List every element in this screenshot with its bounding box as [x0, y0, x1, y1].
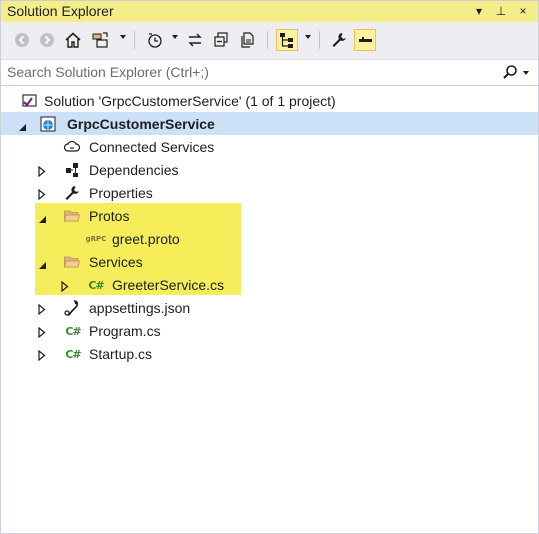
- tree-item-appsettings[interactable]: appsettings.json: [1, 296, 538, 319]
- grpc-badge: gRPC: [85, 235, 107, 243]
- tree-item-greeter-service[interactable]: C# GreeterService.cs: [1, 273, 538, 296]
- tree-item-label: Protos: [89, 207, 130, 224]
- tree-item-properties[interactable]: Properties: [1, 181, 538, 204]
- show-all-files-icon: [241, 32, 254, 48]
- properties-button[interactable]: [328, 29, 350, 51]
- toolbar: [1, 22, 538, 60]
- pending-changes-dropdown-icon[interactable]: [172, 35, 178, 39]
- grpc-file-icon: gRPC: [85, 230, 107, 248]
- solution-explorer-window: Solution Explorer ▾ ⊥ × Search Solution …: [0, 0, 539, 534]
- collapsed-arrow-icon[interactable]: [61, 279, 71, 293]
- home-button[interactable]: [62, 29, 84, 51]
- csharp-file-icon: C#: [87, 276, 105, 294]
- csharp-file-icon: C#: [64, 345, 82, 363]
- toolbar-separator: [267, 31, 268, 49]
- collapsed-arrow-icon[interactable]: [38, 325, 48, 339]
- tree-item-startup[interactable]: C# Startup.cs: [1, 342, 538, 365]
- pending-changes-filter-button[interactable]: [144, 29, 166, 51]
- tree-item-protos[interactable]: Protos: [1, 204, 538, 227]
- search-icon[interactable]: [502, 64, 518, 85]
- dependencies-icon: [63, 161, 81, 179]
- title-bar: Solution Explorer ▾ ⊥ ×: [1, 1, 538, 22]
- csharp-badge: C#: [88, 278, 104, 292]
- search-bar: [1, 60, 538, 86]
- tree-item-label: GrpcCustomerService: [67, 115, 215, 132]
- switch-views-dropdown-icon[interactable]: [120, 35, 126, 39]
- json-file-icon: [63, 299, 81, 317]
- folder-open-icon: [63, 207, 81, 225]
- pin-icon[interactable]: ⊥: [492, 2, 510, 20]
- tree-item-label: Properties: [89, 184, 153, 201]
- tree-item-label: GreeterService.cs: [112, 276, 225, 293]
- title-controls: ▾ ⊥ ×: [470, 2, 532, 20]
- back-button[interactable]: [11, 29, 33, 51]
- web-project-icon: [39, 115, 57, 133]
- tree-item-label: Connected Services: [89, 138, 215, 155]
- solution-icon: [21, 92, 39, 110]
- tree-item-label: Solution 'GrpcCustomerService' (1 of 1 p…: [44, 92, 336, 109]
- tree-item-connected-services[interactable]: Connected Services: [1, 135, 538, 158]
- wrench-icon: [332, 33, 346, 47]
- close-icon[interactable]: ×: [514, 2, 532, 20]
- sync-with-active-document-button[interactable]: [184, 29, 206, 51]
- toolbar-separator: [319, 31, 320, 49]
- collapse-all-button[interactable]: [210, 29, 232, 51]
- tree-item-label: appsettings.json: [89, 299, 191, 316]
- collapsed-arrow-icon[interactable]: [38, 302, 48, 316]
- tree-item-label: Startup.cs: [89, 345, 153, 362]
- home-icon: [65, 32, 81, 48]
- tree-item-program[interactable]: C# Program.cs: [1, 319, 538, 342]
- tree-item-label: Services: [89, 253, 143, 270]
- wrench-icon: [63, 184, 81, 202]
- csharp-file-icon: C#: [64, 322, 82, 340]
- forward-icon: [40, 33, 54, 47]
- clock-icon: [148, 33, 162, 48]
- collapse-all-icon: [214, 32, 228, 47]
- hierarchy-icon: [280, 33, 293, 48]
- search-options-dropdown-icon[interactable]: [523, 71, 529, 75]
- forward-button[interactable]: [36, 29, 58, 51]
- minus-bar-icon: [359, 37, 372, 42]
- expanded-arrow-icon[interactable]: [18, 119, 28, 131]
- search-input[interactable]: [7, 62, 487, 82]
- connected-services-icon: [63, 138, 81, 156]
- window-title: Solution Explorer: [7, 3, 114, 19]
- switch-views-icon: [92, 32, 108, 48]
- tree-item-label: greet.proto: [112, 230, 180, 247]
- expanded-arrow-icon[interactable]: [38, 257, 48, 269]
- tree-item-solution[interactable]: Solution 'GrpcCustomerService' (1 of 1 p…: [1, 89, 538, 112]
- expanded-arrow-icon[interactable]: [38, 211, 48, 223]
- collapsed-arrow-icon[interactable]: [38, 348, 48, 362]
- show-all-files-button[interactable]: [237, 29, 259, 51]
- window-menu-dropdown-icon[interactable]: ▾: [470, 2, 488, 20]
- preview-toggle-button[interactable]: [354, 29, 376, 51]
- toolbar-separator: [134, 31, 135, 49]
- collapsed-arrow-icon[interactable]: [38, 164, 48, 178]
- tree-item-services[interactable]: Services: [1, 250, 538, 273]
- tree-item-project[interactable]: GrpcCustomerService: [1, 112, 538, 135]
- tree-item-label: Program.cs: [89, 322, 161, 339]
- switch-views-button[interactable]: [90, 29, 112, 51]
- tree-item-dependencies[interactable]: Dependencies: [1, 158, 538, 181]
- preview-dropdown-icon[interactable]: [305, 35, 311, 39]
- tree-item-greet-proto[interactable]: gRPC greet.proto: [1, 227, 538, 250]
- preview-selected-items-button[interactable]: [276, 29, 298, 51]
- back-icon: [15, 33, 29, 47]
- folder-open-icon: [63, 253, 81, 271]
- tree-item-label: Dependencies: [89, 161, 179, 178]
- csharp-badge: C#: [65, 347, 81, 361]
- sync-icon: [188, 33, 202, 47]
- csharp-badge: C#: [65, 324, 81, 338]
- collapsed-arrow-icon[interactable]: [38, 187, 48, 201]
